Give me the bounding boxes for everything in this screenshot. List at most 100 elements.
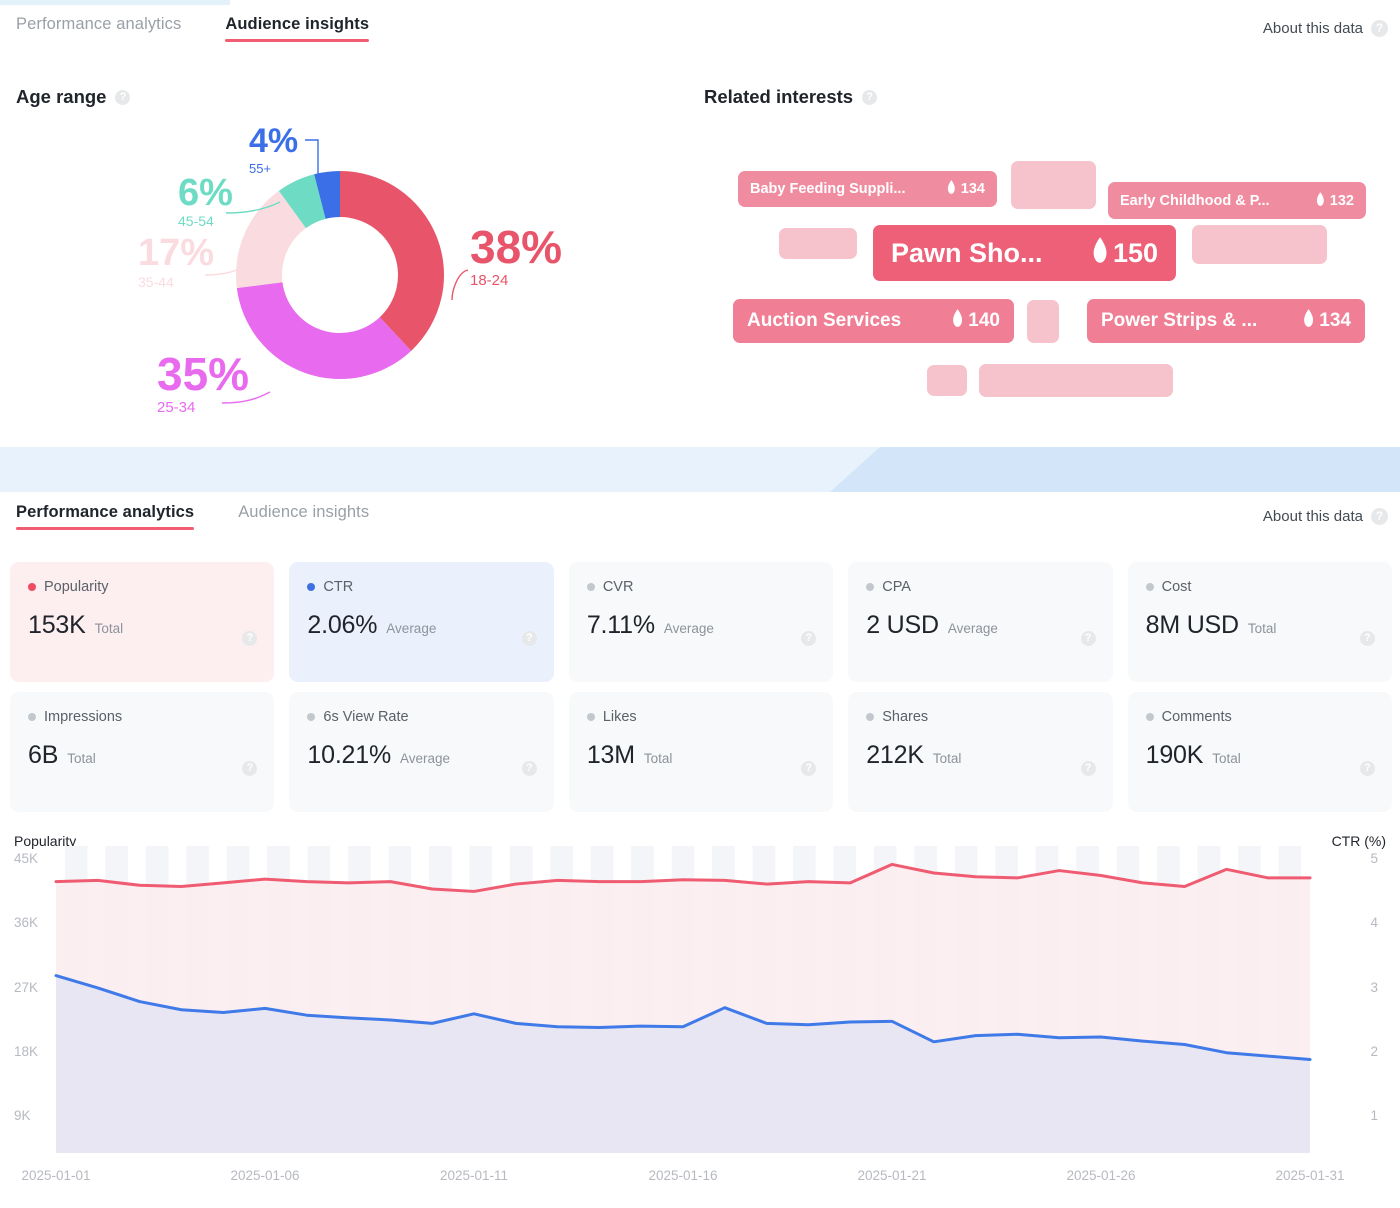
interest-tag[interactable]: Auction Services 140 <box>733 299 1014 343</box>
metric-aggregation: Average <box>386 621 437 636</box>
metric-color-dot <box>307 583 316 591</box>
interest-tag-score-group: 132 <box>1316 191 1354 210</box>
help-icon-metric[interactable]: ? <box>801 761 817 776</box>
age-range-title-label: Age range <box>16 86 107 107</box>
metric-card[interactable]: CTR 2.06% Average? <box>289 562 554 682</box>
about-this-data-label-top: About this data <box>1262 19 1363 37</box>
metric-color-dot <box>586 713 595 721</box>
metric-card[interactable]: Comments 190K Total? <box>1127 692 1393 812</box>
metric-card[interactable]: Popularity 153K Total? <box>10 562 275 682</box>
donut-label-range-25-34: 25-34 <box>157 399 195 416</box>
age-range-donut-chart: 38% 18-24 35% 25-34 17% 35-44 6% 45-54 4% 55+ <box>0 120 690 440</box>
chart-y-tick-left: 36K <box>14 915 39 931</box>
metric-value: 7.11% <box>586 611 655 639</box>
analytics-page: Performance analytics Audience insights … <box>0 0 1400 1208</box>
metric-cards: Popularity 153K Total? CTR 2.06% Average? CVR 7… <box>10 562 1393 822</box>
metric-name: 6s View Rate <box>323 709 409 725</box>
metric-name: Likes <box>602 709 637 725</box>
section-divider-band <box>0 447 1400 492</box>
metric-color-dot <box>307 713 316 721</box>
interest-tag-score: 132 <box>1329 192 1354 209</box>
about-this-data-bottom[interactable]: About this data ? <box>1263 507 1400 525</box>
metric-card[interactable]: Impressions 6B Total? <box>10 692 275 812</box>
interest-placeholder-tag <box>1011 161 1096 209</box>
metric-card[interactable]: Likes 13M Total? <box>568 692 834 812</box>
metric-card[interactable]: CVR 7.11% Average? <box>568 562 834 682</box>
interest-tag-label: Pawn Sho... <box>891 237 1043 268</box>
chart-x-tick: 2025-01-31 <box>1275 1168 1345 1183</box>
donut-svg: 38%18-24 35%25-34 17%35-44 6%45-54 4%55+ <box>138 122 562 416</box>
interest-tag[interactable]: Baby Feeding Suppli... 134 <box>738 171 997 207</box>
divider-band-svg <box>0 447 1400 492</box>
interest-tag-label: Auction Services <box>747 310 902 331</box>
help-icon-top[interactable]: ? <box>1371 19 1388 37</box>
chart-x-tick: 2025-01-16 <box>648 1168 718 1183</box>
metric-card-header: Comments <box>1145 709 1374 725</box>
interest-placeholder-tag <box>979 364 1173 397</box>
metric-value: 212K <box>866 741 924 769</box>
help-icon-metric[interactable]: ? <box>1080 761 1096 776</box>
metric-color-dot <box>1145 713 1154 721</box>
help-icon-metric[interactable]: ? <box>801 631 817 646</box>
metric-card[interactable]: 6s View Rate 10.21% Average? <box>289 692 554 812</box>
interest-tag-label: Early Childhood & P... <box>1120 192 1270 209</box>
metric-card[interactable]: Shares 212K Total? <box>848 692 1113 812</box>
metric-name: CTR <box>323 579 354 595</box>
metric-card-header: Impressions <box>28 709 256 725</box>
help-icon-metric[interactable]: ? <box>1080 631 1096 646</box>
donut-label-range-35-44: 35-44 <box>138 274 174 290</box>
flame-icon <box>1303 309 1314 333</box>
help-icon-bottom[interactable]: ? <box>1371 507 1388 525</box>
chart-svg <box>54 846 1312 1153</box>
help-icon-related-interests[interactable]: ? <box>862 89 878 105</box>
help-icon-metric[interactable]: ? <box>1360 631 1376 646</box>
chart-x-tick: 2025-01-06 <box>230 1168 300 1183</box>
metric-aggregation: Total <box>1212 751 1241 766</box>
metric-card[interactable]: CPA 2 USD Average? <box>848 562 1113 682</box>
interest-tag[interactable]: Pawn Sho... 150 <box>873 225 1176 281</box>
metric-name: Popularity <box>44 579 109 595</box>
donut-segment-25-34[interactable] <box>236 282 412 380</box>
chart-y-tick-right: 4 <box>1370 915 1378 931</box>
metric-aggregation: Total <box>1247 621 1277 636</box>
metric-aggregation: Total <box>643 751 673 766</box>
metric-value-group: 2 USD Average <box>866 611 1094 640</box>
metric-value-group: 212K Total <box>866 741 1094 770</box>
metric-value: 2.06% <box>307 611 378 639</box>
metric-name: Cost <box>1161 579 1192 595</box>
donut-segment-18-24[interactable] <box>340 171 445 351</box>
tab-audience-insights-top[interactable]: Audience insights <box>225 15 369 42</box>
help-icon-metric[interactable]: ? <box>521 761 537 776</box>
interest-tag[interactable]: Early Childhood & P... 132 <box>1108 182 1366 219</box>
donut-label-percent-55+: 4% <box>249 122 298 160</box>
metric-card-header: 6s View Rate <box>307 709 535 725</box>
help-icon-metric[interactable]: ? <box>521 631 537 646</box>
help-icon-metric[interactable]: ? <box>1360 761 1376 776</box>
about-this-data-top[interactable]: About this data ? <box>1262 19 1400 37</box>
tab-performance-analytics-top[interactable]: Performance analytics <box>16 15 181 42</box>
metric-aggregation: Total <box>67 751 96 766</box>
tab-audience-insights-bottom[interactable]: Audience insights <box>238 503 369 530</box>
help-icon-metric[interactable]: ? <box>242 761 258 776</box>
metric-value-group: 10.21% Average <box>307 741 535 770</box>
metric-value: 6B <box>28 741 59 769</box>
help-icon-age-range[interactable]: ? <box>115 89 131 105</box>
interest-tag-score: 134 <box>1319 310 1351 331</box>
chart-y-tick-left: 9K <box>14 1108 31 1124</box>
metric-card-header: Likes <box>586 709 815 725</box>
chart-x-tick: 2025-01-21 <box>857 1168 927 1183</box>
donut-leader-line-18-24 <box>451 269 469 301</box>
interest-tag-score-group: 134 <box>1303 309 1351 333</box>
metric-value: 10.21% <box>307 741 391 769</box>
interest-placeholder-tag <box>1192 225 1327 264</box>
tab-performance-analytics-bottom[interactable]: Performance analytics <box>16 503 195 530</box>
interest-tag[interactable]: Power Strips & ... 134 <box>1087 299 1365 343</box>
related-interests-title-label: Related interests <box>704 86 854 107</box>
metric-name: CVR <box>602 579 634 595</box>
chart-y-tick-right: 3 <box>1370 979 1378 995</box>
help-icon-metric[interactable]: ? <box>242 631 258 646</box>
metric-card[interactable]: Cost 8M USD Total? <box>1127 562 1393 682</box>
donut-label-range-45-54: 45-54 <box>178 213 214 229</box>
flame-icon <box>952 309 963 333</box>
metric-value: 8M USD <box>1145 611 1239 639</box>
